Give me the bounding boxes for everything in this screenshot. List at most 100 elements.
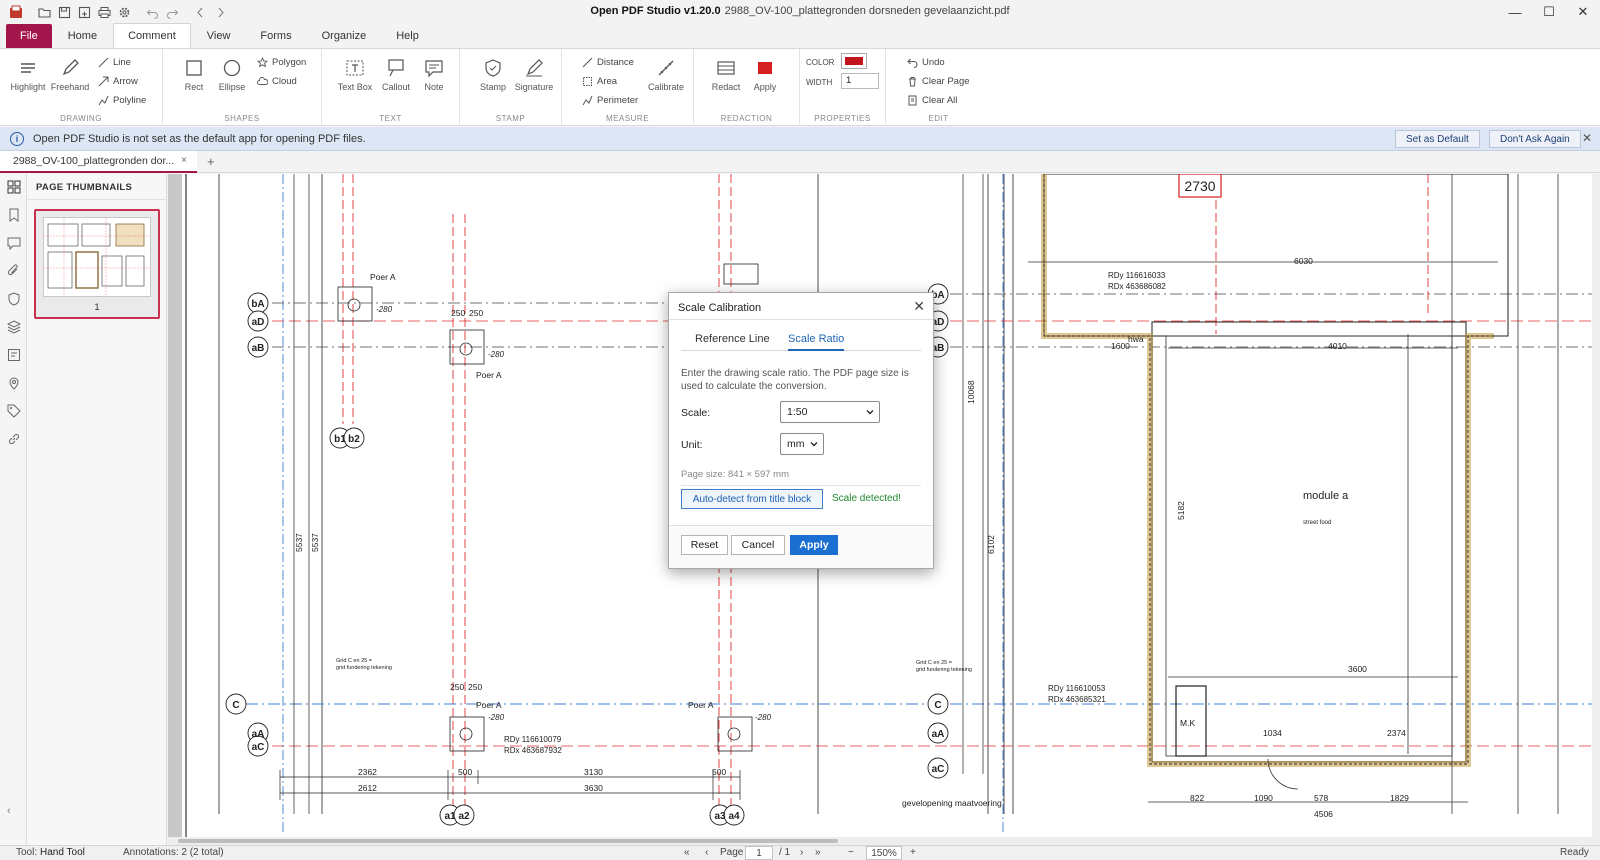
clear-page-button[interactable]: Clear Page — [907, 76, 970, 87]
clear-all-button[interactable]: Clear All — [907, 95, 957, 106]
form-fields-icon[interactable] — [7, 348, 21, 362]
menu-tab-view[interactable]: View — [193, 24, 245, 48]
note-button[interactable]: Note — [413, 57, 455, 92]
perimeter-button[interactable]: Perimeter — [582, 95, 638, 106]
previous-page-icon[interactable]: ‹ — [705, 847, 708, 858]
page-thumbnail-1[interactable]: 1 — [34, 209, 160, 319]
apply-button[interactable]: Apply — [790, 535, 838, 555]
dimension-text: 5537 — [310, 533, 320, 552]
open-folder-icon[interactable] — [34, 2, 54, 22]
menu-tab-comment[interactable]: Comment — [113, 23, 191, 48]
auto-detect-button[interactable]: Auto-detect from title block — [681, 489, 823, 509]
tab-scale-ratio[interactable]: Scale Ratio — [788, 333, 845, 351]
horizontal-scrollbar[interactable] — [168, 837, 1600, 845]
location-pin-icon[interactable] — [7, 376, 21, 390]
security-shield-icon[interactable] — [7, 292, 21, 306]
layers-icon[interactable] — [7, 320, 21, 334]
redact-button[interactable]: Redact — [705, 57, 747, 92]
last-page-icon[interactable]: » — [815, 847, 821, 858]
reset-button[interactable]: Reset — [681, 535, 728, 555]
horizontal-scroll-thumb[interactable] — [178, 839, 838, 843]
line-button[interactable]: Line — [98, 57, 131, 68]
note-label: Note — [424, 82, 444, 92]
zoom-level-input[interactable]: 150% — [866, 846, 902, 860]
distance-button[interactable]: Distance — [582, 57, 634, 68]
attachment-paperclip-icon[interactable] — [7, 264, 21, 278]
document-tab-label: 2988_OV-100_plattegronden dor... — [13, 155, 175, 167]
dimension-text: 1034 — [1263, 728, 1282, 738]
cancel-button[interactable]: Cancel — [731, 535, 785, 555]
drawing-note-text: grid fundering tekening — [336, 665, 392, 671]
document-filename: 2988_OV-100_plattegronden dorsneden geve… — [724, 5, 1010, 17]
unit-select[interactable]: mm — [780, 433, 824, 455]
dimension-text: 578 — [1314, 793, 1328, 803]
vertical-scrollbar[interactable] — [1592, 174, 1600, 845]
dimension-text: 250 — [451, 308, 465, 318]
maximize-button[interactable]: ☐ — [1532, 0, 1566, 24]
dialog-close-icon[interactable]: ✕ — [913, 298, 925, 315]
save-as-icon[interactable] — [74, 2, 94, 22]
menu-tab-forms[interactable]: Forms — [246, 24, 305, 48]
signature-button[interactable]: Signature — [513, 57, 555, 92]
settings-gear-icon[interactable] — [114, 2, 134, 22]
menu-tab-help[interactable]: Help — [382, 24, 433, 48]
bookmark-icon[interactable] — [7, 208, 21, 222]
save-icon[interactable] — [54, 2, 74, 22]
new-tab-button[interactable]: + — [207, 154, 215, 169]
zoom-in-button[interactable]: + — [910, 847, 916, 858]
ribbon-group-measure: Distance Area Perimeter Calibrate MEASUR… — [562, 49, 694, 126]
apply-redaction-label: Apply — [753, 82, 777, 92]
link-icon[interactable] — [7, 432, 21, 446]
dont-ask-again-button[interactable]: Don't Ask Again — [1489, 130, 1581, 148]
callout-button[interactable]: Callout — [375, 57, 417, 92]
comments-icon[interactable] — [7, 236, 21, 250]
close-tab-icon[interactable]: × — [181, 155, 187, 166]
document-tab[interactable]: 2988_OV-100_plattegronden dor... × — [0, 151, 197, 173]
color-picker[interactable] — [841, 53, 867, 69]
page-number-input[interactable]: 1 — [745, 846, 773, 860]
rect-button[interactable]: Rect — [173, 57, 215, 92]
highlight-icon — [21, 63, 35, 73]
undo-icon[interactable] — [142, 2, 162, 22]
apply-redaction-button[interactable]: Apply — [744, 57, 786, 92]
menu-tab-home[interactable]: Home — [54, 24, 111, 48]
minimize-button[interactable]: — — [1498, 0, 1532, 24]
cloud-button[interactable]: Cloud — [257, 76, 297, 87]
menu-tab-file[interactable]: File — [6, 24, 52, 48]
close-notification-icon[interactable]: ✕ — [1582, 131, 1592, 145]
freehand-button[interactable]: Freehand — [49, 57, 91, 92]
callout-icon — [388, 59, 404, 77]
nav-back-icon[interactable] — [190, 2, 210, 22]
thumbnails-grid-icon[interactable] — [7, 180, 21, 194]
nav-forward-icon[interactable] — [210, 2, 230, 22]
print-icon[interactable] — [94, 2, 114, 22]
polyline-button[interactable]: Polyline — [98, 95, 146, 106]
menu-tab-organize[interactable]: Organize — [308, 24, 381, 48]
ellipse-button[interactable]: Ellipse — [211, 57, 253, 92]
set-as-default-button[interactable]: Set as Default — [1395, 130, 1480, 148]
textbox-button[interactable]: Text Box — [334, 57, 376, 92]
calibrate-button[interactable]: Calibrate — [645, 57, 687, 92]
tab-reference-line[interactable]: Reference Line — [695, 333, 770, 345]
polygon-button[interactable]: Polygon — [257, 57, 306, 68]
dimension-text: 6030 — [1294, 256, 1313, 266]
coordinate-text: RDx 463685321 — [1048, 695, 1106, 704]
redo-icon[interactable] — [162, 2, 182, 22]
undo-button[interactable]: Undo — [907, 57, 945, 68]
distance-ruler-icon — [582, 57, 593, 68]
close-window-button[interactable]: ✕ — [1566, 0, 1600, 24]
next-page-icon[interactable]: › — [800, 847, 803, 858]
collapse-panel-chevron-icon[interactable]: ‹ — [7, 805, 11, 817]
first-page-icon[interactable]: « — [684, 847, 690, 858]
scale-select[interactable]: 1:50 — [780, 401, 880, 423]
stamp-shield-icon — [485, 59, 501, 77]
zoom-out-button[interactable]: − — [848, 847, 854, 858]
arrow-button[interactable]: Arrow — [98, 76, 138, 87]
width-input[interactable]: 1 — [841, 73, 879, 89]
stamp-button[interactable]: Stamp — [472, 57, 514, 92]
area-button[interactable]: Area — [582, 76, 617, 87]
undo-label: Undo — [922, 57, 945, 68]
dimension-text: -280 — [376, 305, 393, 314]
tag-icon[interactable] — [7, 404, 21, 418]
highlight-button[interactable]: Highlight — [7, 57, 49, 92]
